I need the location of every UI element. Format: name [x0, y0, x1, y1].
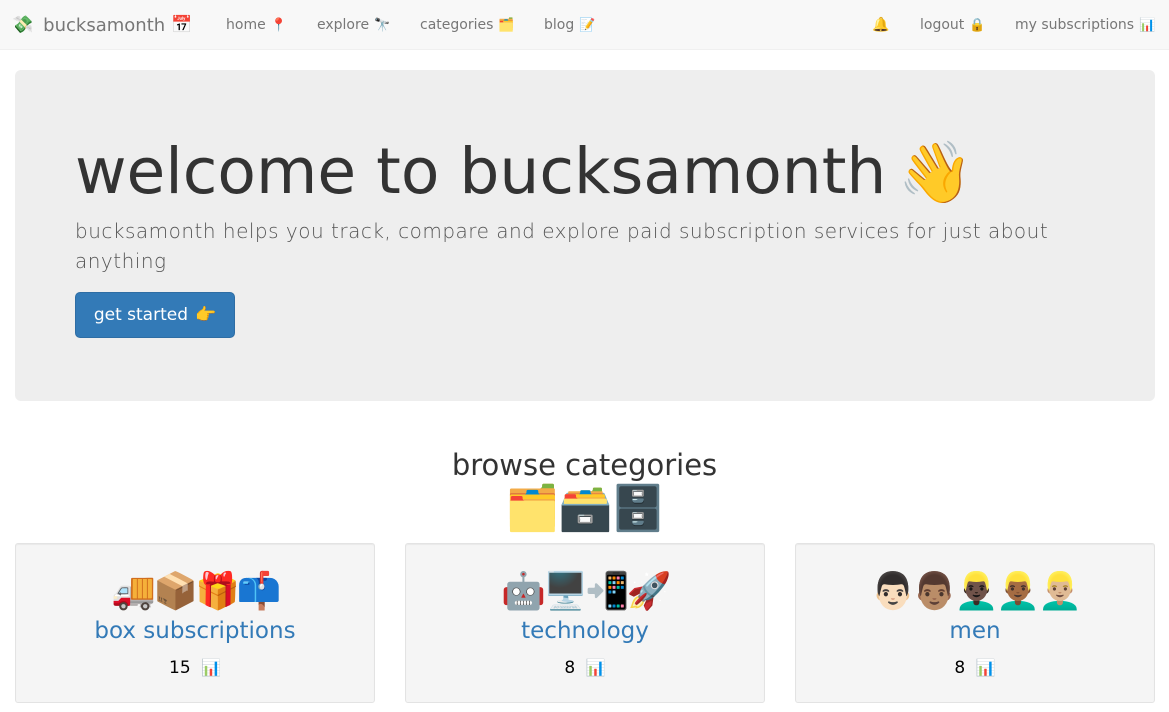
browse-categories-title: browse categories: [451, 448, 718, 482]
nav-home[interactable]: home 📍: [226, 0, 287, 50]
hero-title-text: welcome to bucksamonth: [75, 135, 887, 208]
nav-my-subscriptions[interactable]: my subscriptions 📊: [1015, 0, 1155, 50]
get-started-button[interactable]: get started 👉: [75, 292, 235, 338]
category-count: 15 📊: [16, 658, 374, 678]
category-title[interactable]: men: [796, 618, 1154, 644]
category-count-value: 15: [169, 658, 191, 678]
file-cabinet-icons: 🗂️🗃️🗄️: [505, 483, 665, 534]
top-navbar: 💸 bucksamonth 📅 home 📍 explore 🔭 categor…: [0, 0, 1169, 50]
category-card-technology[interactable]: 🤖🖥️📲🚀 technology 8 📊: [405, 543, 765, 703]
telescope-icon: 🔭: [374, 17, 391, 33]
hero-lead: bucksamonth helps you track, compare and…: [75, 219, 1049, 273]
pointing-right-icon: 👉: [195, 305, 217, 325]
lock-icon: 🔒: [969, 17, 986, 33]
nav-categories-label: categories: [420, 17, 494, 33]
bar-chart-icon: 📊: [585, 658, 606, 677]
nav-logout[interactable]: logout 🔒: [920, 0, 985, 50]
nav-home-label: home: [226, 17, 266, 33]
robot-computer-phone-rocket-icons: 🤖🖥️📲🚀: [501, 571, 671, 612]
category-count: 8 📊: [796, 658, 1154, 678]
men-faces-icons: 👨🏻👨🏽👱🏿‍♂️👱🏾‍♂️👱🏼‍♂️: [870, 571, 1082, 612]
calendar-icon: 📅: [171, 15, 193, 35]
bar-chart-icon: 📊: [1139, 17, 1156, 33]
category-count-value: 8: [954, 658, 966, 678]
notifications-button[interactable]: 🔔: [872, 0, 889, 50]
category-card-men[interactable]: 👨🏻👨🏽👱🏿‍♂️👱🏾‍♂️👱🏼‍♂️ men 8 📊: [795, 543, 1155, 703]
get-started-label: get started: [93, 305, 188, 325]
category-card-box-subscriptions[interactable]: 🚚📦🎁📫 box subscriptions 15 📊: [15, 543, 375, 703]
brand-link[interactable]: 💸 bucksamonth 📅: [12, 0, 192, 50]
category-title[interactable]: box subscriptions: [16, 618, 374, 644]
category-count-value: 8: [564, 658, 576, 678]
category-count: 8 📊: [406, 658, 764, 678]
hero-title: welcome to bucksamonth 👋: [75, 132, 973, 213]
bar-chart-icon: 📊: [975, 658, 996, 677]
bell-icon: 🔔: [872, 17, 890, 33]
nav-logout-label: logout: [920, 17, 965, 33]
nav-my-subscriptions-label: my subscriptions: [1015, 17, 1135, 33]
nav-explore-label: explore: [317, 17, 370, 33]
nav-blog[interactable]: blog 📝: [544, 0, 595, 50]
category-title[interactable]: technology: [406, 618, 764, 644]
money-with-wings-icon: 💸: [12, 15, 34, 35]
delivery-package-gift-mailbox-icons: 🚚📦🎁📫: [111, 571, 281, 612]
memo-icon: 📝: [579, 17, 596, 33]
nav-categories[interactable]: categories 🗂️: [420, 0, 515, 50]
nav-blog-label: blog: [544, 17, 575, 33]
bar-chart-icon: 📊: [201, 658, 221, 677]
brand-name: bucksamonth: [43, 14, 166, 36]
waving-hand-icon: 👋: [898, 138, 974, 208]
pin-icon: 📍: [270, 17, 287, 33]
nav-explore[interactable]: explore 🔭: [317, 0, 390, 50]
hero-jumbotron: welcome to bucksamonth 👋 bucksamonth help…: [15, 70, 1155, 401]
dividers-icon: 🗂️: [498, 17, 515, 33]
